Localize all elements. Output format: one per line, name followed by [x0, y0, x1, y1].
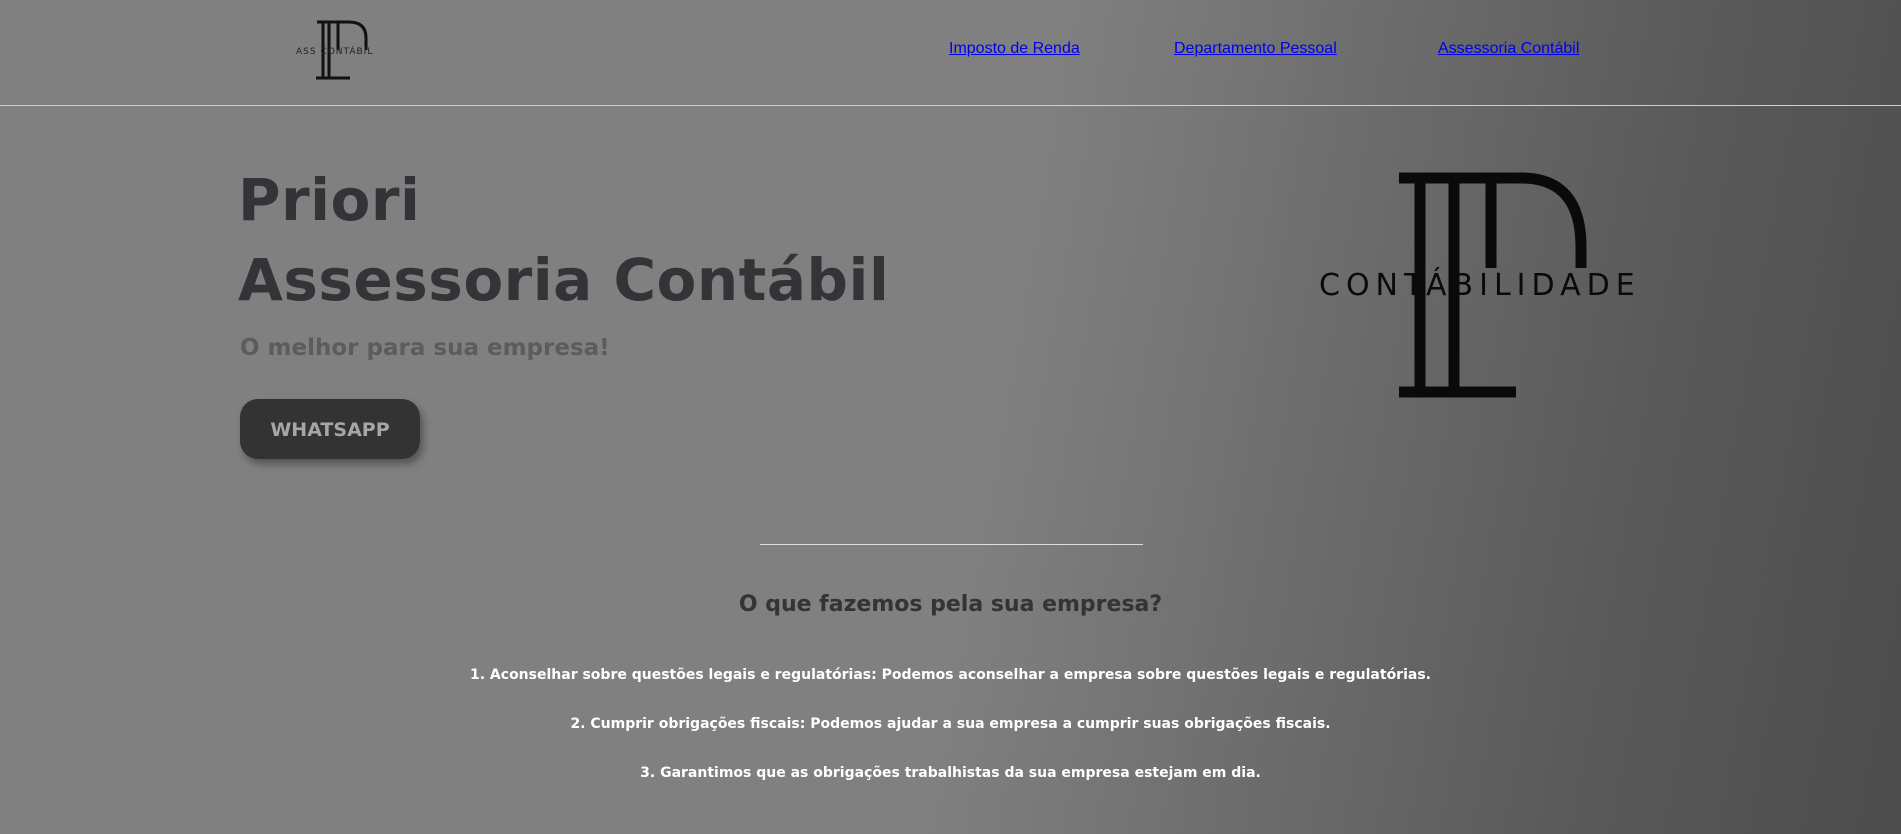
- nav-imposto-de-renda[interactable]: Imposto de Renda: [949, 40, 1080, 64]
- hero-subtitle: O melhor para sua empresa!: [240, 335, 610, 361]
- services-heading: O que fazemos pela sua empresa?: [738, 592, 1163, 617]
- header-logo[interactable]: ASS CONTÁBIL: [294, 18, 394, 84]
- hero-title: Priori Assessoria Contábil: [238, 160, 889, 320]
- nav-assessoria-contabil[interactable]: Assessoria Contábil: [1438, 40, 1579, 64]
- service-item-3: 3. Garantimos que as obrigações trabalhi…: [640, 765, 1261, 781]
- nav-departamento-pessoal[interactable]: Departamento Pessoal: [1174, 40, 1337, 64]
- service-item-2: 2. Cumprir obrigações fiscais: Podemos a…: [570, 716, 1331, 732]
- hero-logo-text: CONTÁBILIDADE: [1319, 268, 1641, 303]
- hero-title-line2: Assessoria Contábil: [238, 246, 890, 314]
- hero-title-line1: Priori: [238, 166, 421, 234]
- section-divider: [760, 544, 1143, 545]
- hero-logo: CONTÁBILIDADE: [1316, 172, 1668, 398]
- service-item-1: 1. Aconselhar sobre questões legais e re…: [470, 667, 1431, 683]
- site-header: ASS CONTÁBIL Imposto de Renda Departamen…: [0, 0, 1901, 106]
- whatsapp-button[interactable]: WHATSAPP: [240, 399, 420, 459]
- header-logo-text: ASS CONTÁBIL: [296, 47, 374, 57]
